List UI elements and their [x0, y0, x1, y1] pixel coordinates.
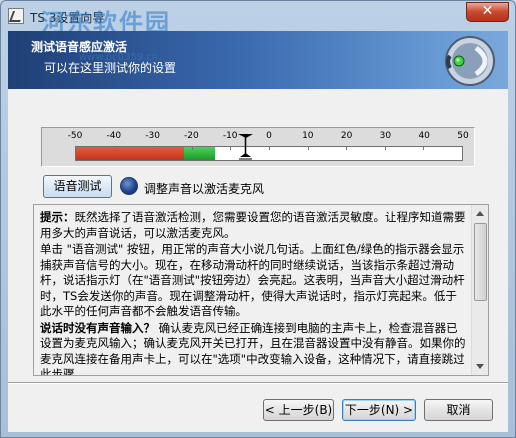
title-bar[interactable]: TS 3设置向导 河东软件园 ✕ [1, 1, 515, 37]
tick-label: 30 [379, 131, 392, 141]
meter-tick [346, 147, 348, 150]
indicator-label: 调整声音以激活麦克风 [144, 182, 265, 196]
tick-label: -50 [67, 131, 83, 141]
scroll-thumb[interactable] [474, 223, 487, 301]
meter-tick [384, 147, 386, 150]
tick-label: -20 [184, 131, 199, 141]
tick-label: -10 [222, 131, 238, 141]
tip-body: 既然选择了语音激活检测，您需要设置您的语音激活灵敏度。让程序知道需要用多大的声音… [40, 210, 466, 240]
meter-tick [191, 147, 193, 150]
slider-handle-icon[interactable] [237, 132, 254, 160]
app-icon [8, 8, 24, 24]
back-button[interactable]: < 上一步(B) [263, 399, 334, 421]
voice-level-slider[interactable]: -50 -40 -30 -20 -10 0 10 20 30 40 50 [41, 127, 475, 167]
cancel-button[interactable]: 取消 [424, 399, 493, 421]
meter-tick [76, 147, 77, 150]
tip-heading: 提示： [40, 210, 75, 224]
meter-tick [307, 147, 309, 150]
wizard-body: -50 -40 -30 -20 -10 0 10 20 30 40 50 语音测试 调整声音以激活麦… [8, 89, 508, 432]
voice-activation-indicator-icon [120, 177, 138, 195]
meter-tick [153, 147, 155, 150]
teamspeak-logo-icon [445, 36, 495, 86]
tick-label: 10 [302, 131, 314, 141]
help-paragraph-troubleshoot: 说话时没有声音输入？ 确认麦克风已经正确连接到电脑的主声卡上，检查混音器已设置为… [40, 320, 467, 376]
vertical-scrollbar[interactable] [471, 205, 488, 375]
level-meter-green [184, 147, 215, 160]
meter-tick [230, 147, 232, 150]
divider [8, 382, 508, 384]
close-button[interactable]: ✕ [466, 2, 509, 22]
help-paragraph-instructions: 单击 "语音测试" 按钮，用正常的声音大小说几句话。上面红色/绿色的指示器会显示… [40, 242, 465, 318]
help-text-box[interactable]: 提示：既然选择了语音激活检测，您需要设置您的语音激活灵敏度。让程序知道需要用多大… [33, 204, 489, 376]
voice-test-button[interactable]: 语音测试 [43, 175, 112, 198]
meter-tick [114, 147, 116, 150]
troubleshoot-heading: 说话时没有声音输入？ [40, 320, 155, 335]
meter-tick [269, 147, 270, 150]
next-button[interactable]: 下一步(N) > [342, 399, 416, 421]
watermark-url: www.pc0359.cn [79, 52, 159, 63]
wizard-window: TS 3设置向导 河东软件园 ✕ 测试语音感应激活 可以在这里测试你的设置 ww… [0, 0, 516, 438]
meter-tick [423, 147, 425, 150]
scroll-down-icon[interactable] [476, 364, 484, 369]
tick-label: 40 [418, 131, 430, 141]
tick-label: 50 [457, 131, 469, 141]
scroll-up-icon[interactable] [476, 211, 484, 216]
help-paragraph-tip: 提示：既然选择了语音激活检测，您需要设置您的语音激活灵敏度。让程序知道需要用多大… [40, 210, 467, 241]
tick-label: -40 [106, 131, 122, 141]
level-meter-red [76, 147, 185, 160]
meter-tick [462, 147, 463, 150]
tick-label: -30 [145, 131, 160, 141]
voice-level-meter [75, 146, 463, 161]
tick-label: 20 [340, 131, 353, 141]
help-text-content: 提示：既然选择了语音激活检测，您需要设置您的语音激活灵敏度。让程序知道需要用多大… [40, 210, 467, 376]
tick-label: 0 [266, 131, 272, 141]
